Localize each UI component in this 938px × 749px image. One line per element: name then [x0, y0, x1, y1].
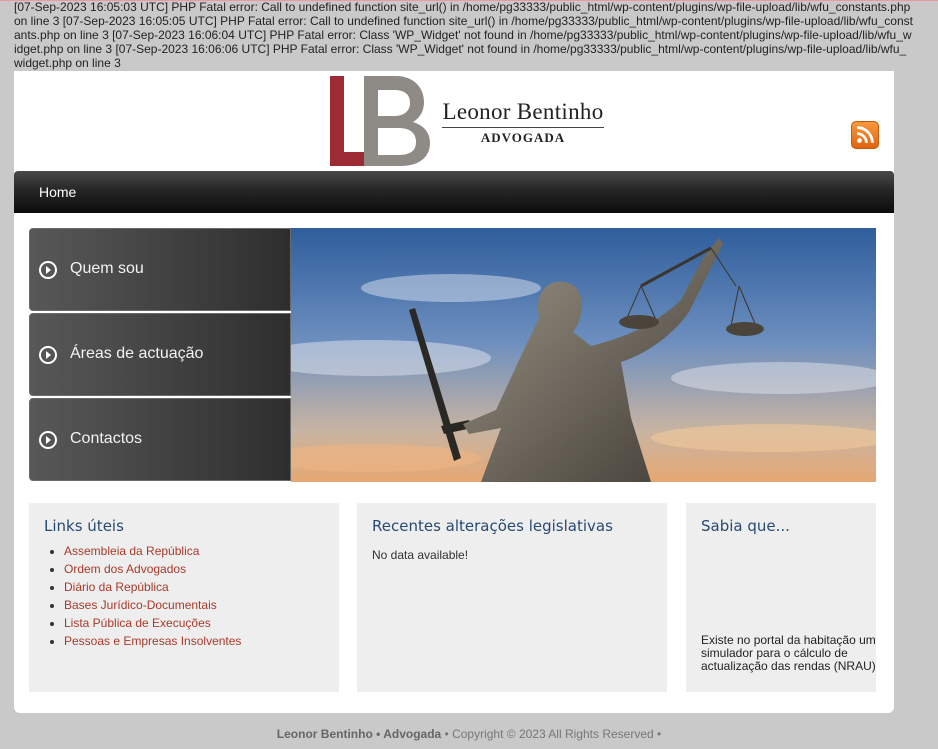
legislative-changes-widget: Recentes alterações legislativas No data… [357, 503, 667, 692]
link-diario-republica[interactable]: Diário da República [64, 580, 169, 594]
logo-name: Leonor Bentinho [442, 99, 604, 124]
link-ordem-advogados[interactable]: Ordem dos Advogados [64, 562, 186, 576]
list-item: Ordem dos Advogados [64, 560, 241, 578]
logo-wordmark[interactable]: Leonor Bentinho ADVOGADA [442, 99, 604, 146]
widget-title: Links úteis [44, 517, 124, 535]
footer-brand: Leonor Bentinho • Advogada [276, 727, 442, 741]
sabia-que-text: Existe no portal da habitação um simulad… [701, 633, 876, 673]
footer-copyright: • Copyright © 2023 All Rights Reserved • [441, 727, 662, 741]
lb-monogram-logo[interactable] [330, 76, 432, 166]
list-item: Pessoas e Empresas Insolventes [64, 632, 241, 650]
list-item: Bases Jurídico-Documentais [64, 596, 241, 614]
widget-title: Recentes alterações legislativas [372, 517, 613, 535]
menu-item-areas-de-actuacao[interactable]: Áreas de actuação [29, 313, 291, 396]
link-assembleia-republica[interactable]: Assembleia da República [64, 544, 199, 558]
menu-item-label: Áreas de actuação [70, 345, 204, 362]
php-error-output: [07-Sep-2023 16:05:03 UTC] PHP Fatal err… [14, 0, 914, 70]
php-error-line: [07-Sep-2023 16:06:06 UTC] PHP Fatal err… [14, 42, 907, 70]
slider-side-menu: Quem sou Áreas de actuação Contactos [29, 228, 291, 482]
site-header: Leonor Bentinho ADVOGADA [14, 71, 894, 171]
logo-divider [442, 127, 604, 128]
circle-chevron-right-icon [39, 431, 57, 449]
circle-chevron-right-icon [39, 261, 57, 279]
useful-links-list: Assembleia da República Ordem dos Advoga… [44, 542, 241, 650]
main-navigation: Home [14, 171, 894, 213]
widget-title: Sabia que... [701, 517, 790, 535]
page-container: Leonor Bentinho ADVOGADA Home Quem sou Á… [14, 71, 894, 713]
menu-item-label: Quem sou [70, 260, 144, 277]
menu-item-quem-sou[interactable]: Quem sou [29, 228, 291, 311]
list-item: Diário da República [64, 578, 241, 596]
no-data-message: No data available! [372, 548, 469, 562]
circle-chevron-right-icon [39, 346, 57, 364]
menu-item-contactos[interactable]: Contactos [29, 398, 291, 481]
links-uteis-widget: Links úteis Assembleia da República Orde… [29, 503, 339, 692]
menu-item-label: Contactos [70, 430, 143, 447]
lady-justice-hero-image [291, 228, 876, 482]
rss-feed-icon[interactable] [851, 121, 879, 149]
list-item: Lista Pública de Execuções [64, 614, 241, 632]
link-pessoas-empresas-insolventes[interactable]: Pessoas e Empresas Insolventes [64, 634, 241, 648]
list-item: Assembleia da República [64, 542, 241, 560]
sabia-que-widget: Sabia que... Existe no portal da habitaç… [686, 503, 876, 692]
logo-subtitle: ADVOGADA [480, 130, 566, 145]
site-footer: Leonor Bentinho • Advogada • Copyright ©… [0, 727, 938, 741]
link-bases-juridico-documentais[interactable]: Bases Jurídico-Documentais [64, 598, 217, 612]
link-lista-publica-execucoes[interactable]: Lista Pública de Execuções [64, 616, 211, 630]
nav-home-link[interactable]: Home [39, 184, 76, 200]
